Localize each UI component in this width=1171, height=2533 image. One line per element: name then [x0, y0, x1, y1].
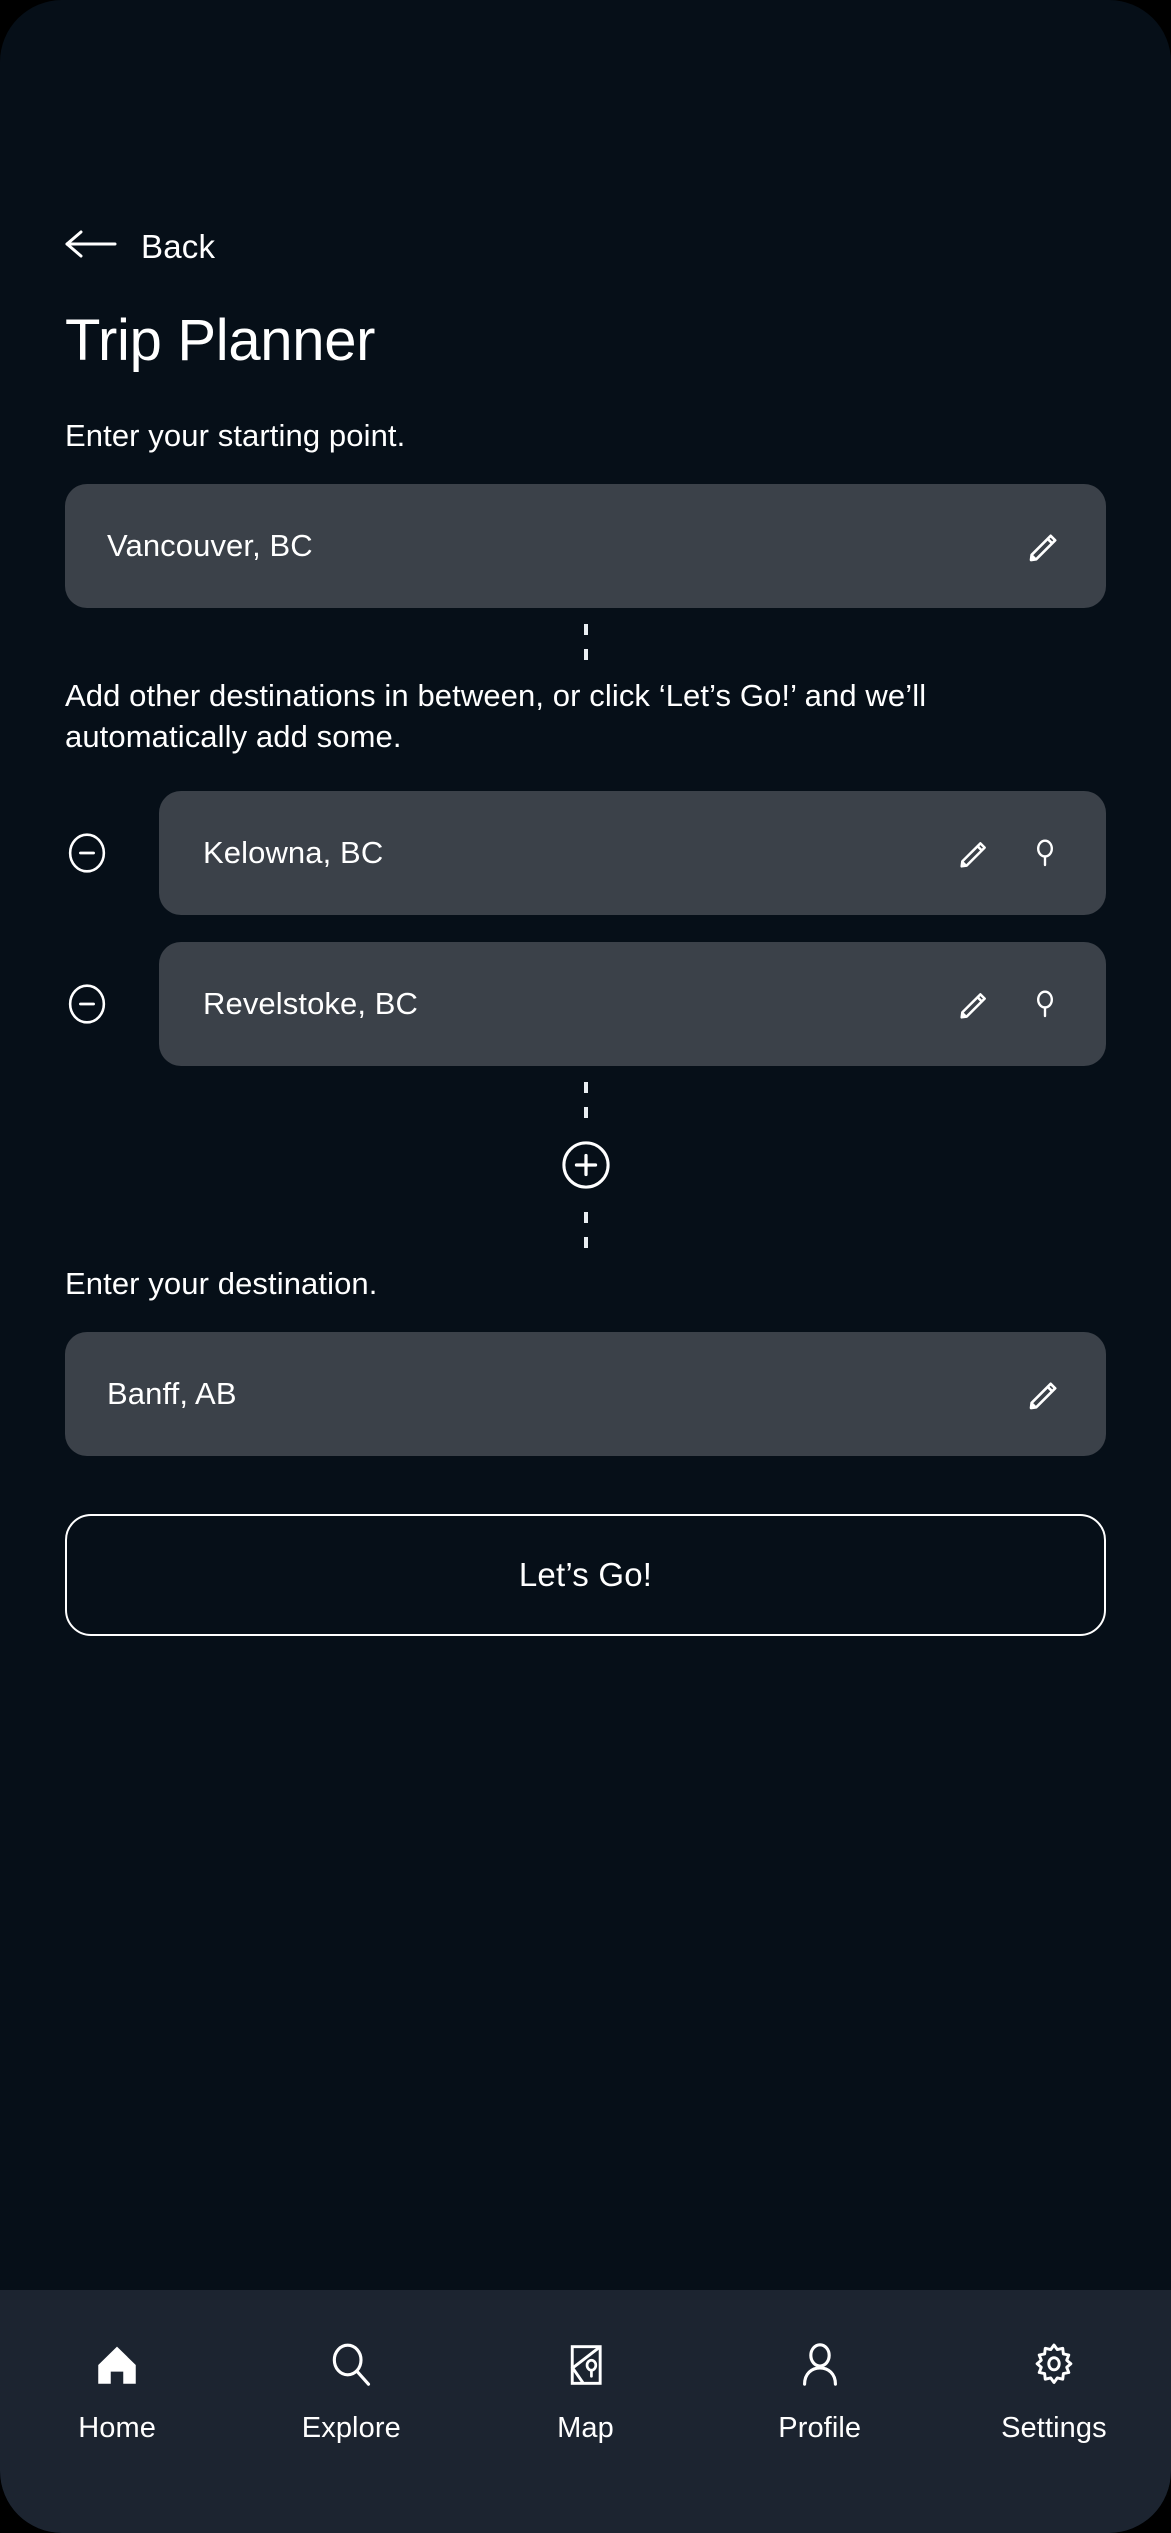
dotted-line: [583, 1081, 588, 1118]
start-point-label: Enter your starting point.: [65, 417, 406, 453]
waypoint-actions: [948, 977, 1072, 1031]
lets-go-button[interactable]: Let’s Go!: [65, 1513, 1106, 1636]
nav-item-explore[interactable]: Explore: [234, 2338, 468, 2445]
start-point-field[interactable]: Vancouver, BC: [65, 483, 1106, 608]
connector-dotted-line-above-add: [65, 1066, 1106, 1134]
destination-field[interactable]: Banff, AB: [65, 1331, 1106, 1456]
map-pin-icon[interactable]: [1018, 977, 1072, 1031]
nav-item-map[interactable]: Map: [468, 2338, 702, 2445]
nav-label-settings: Settings: [1001, 2412, 1107, 2444]
lets-go-label: Let’s Go!: [518, 1555, 653, 1593]
minus-circle-icon[interactable]: [65, 831, 109, 875]
back-button[interactable]: Back: [65, 223, 265, 269]
waypoint-row: Revelstoke, BC: [65, 941, 1106, 1066]
waypoint-value: Revelstoke, BC: [203, 985, 419, 1021]
start-point-value: Vancouver, BC: [107, 527, 313, 563]
waypoints-instruction: Add other destinations in between, or cl…: [65, 677, 927, 754]
waypoint-actions: [948, 826, 1072, 880]
nav-label-map: Map: [557, 2412, 614, 2444]
nav-item-profile[interactable]: Profile: [703, 2338, 937, 2445]
search-icon: [326, 2338, 376, 2392]
home-icon: [92, 2338, 142, 2392]
connector-dotted-line-below-add: [65, 1196, 1106, 1264]
trip-planner-screen: Back Trip Planner Enter your starting po…: [0, 0, 1171, 2290]
waypoint-value: Kelowna, BC: [203, 834, 384, 870]
nav-label-explore: Explore: [301, 2412, 401, 2444]
destination-label: Enter your destination.: [65, 1265, 378, 1301]
waypoint-field[interactable]: Kelowna, BC: [159, 790, 1106, 915]
add-destination-wrapper: [65, 1134, 1106, 1196]
bottom-navigation: Home Explore Map Profile Settings: [0, 2290, 1171, 2533]
pencil-icon[interactable]: [948, 826, 1002, 880]
arrow-left-icon: [65, 228, 117, 265]
nav-label-profile: Profile: [778, 2412, 862, 2444]
map-icon: [561, 2338, 611, 2392]
pencil-icon[interactable]: [948, 977, 1002, 1031]
map-pin-icon[interactable]: [1018, 826, 1072, 880]
profile-icon: [795, 2338, 845, 2392]
page-title: Trip Planner: [65, 308, 376, 373]
dotted-line: [583, 1211, 588, 1248]
nav-item-settings[interactable]: Settings: [937, 2338, 1171, 2445]
connector-dotted-line-top: [65, 608, 1106, 676]
dotted-line: [583, 623, 588, 660]
plus-circle-icon[interactable]: [560, 1139, 612, 1191]
nav-item-home[interactable]: Home: [0, 2338, 234, 2445]
pencil-icon[interactable]: [1018, 519, 1072, 573]
waypoint-field[interactable]: Revelstoke, BC: [159, 941, 1106, 1066]
phone-frame: Back Trip Planner Enter your starting po…: [0, 0, 1171, 2533]
nav-label-home: Home: [78, 2412, 156, 2444]
gear-icon: [1029, 2338, 1079, 2392]
waypoint-row: Kelowna, BC: [65, 790, 1106, 915]
back-label: Back: [141, 227, 216, 265]
destination-value: Banff, AB: [107, 1375, 237, 1411]
pencil-icon[interactable]: [1018, 1367, 1072, 1421]
minus-circle-icon[interactable]: [65, 982, 109, 1026]
